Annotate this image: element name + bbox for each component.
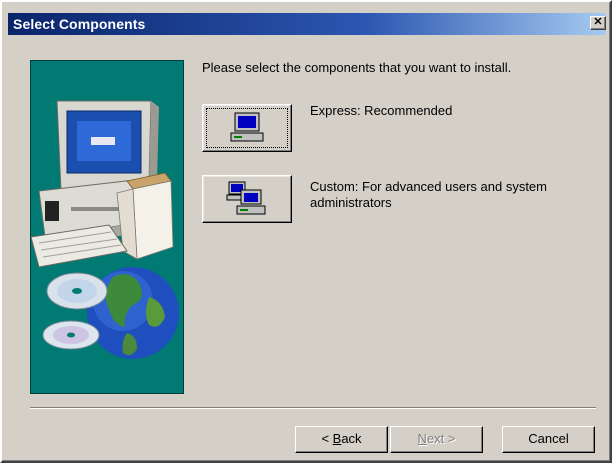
back-button[interactable]: < Back bbox=[295, 426, 388, 453]
setup-illustration bbox=[30, 60, 184, 394]
back-label-rest: ack bbox=[341, 431, 362, 446]
custom-install-button[interactable] bbox=[202, 175, 292, 223]
back-prefix: < bbox=[321, 431, 333, 446]
next-button[interactable]: Next > bbox=[390, 426, 483, 453]
single-computer-icon bbox=[230, 112, 264, 142]
custom-option-label: Custom: For advanced users and system ad… bbox=[310, 179, 547, 210]
next-accelerator: N bbox=[417, 431, 427, 446]
title-bar[interactable]: Select Components ✕ bbox=[8, 13, 606, 35]
cancel-button[interactable]: Cancel bbox=[502, 426, 595, 453]
close-icon: ✕ bbox=[593, 16, 603, 28]
networked-computers-icon bbox=[226, 181, 266, 215]
express-install-button[interactable] bbox=[202, 104, 292, 152]
select-components-dialog: Select Components ✕ Please select the co… bbox=[0, 0, 612, 463]
close-button[interactable]: ✕ bbox=[590, 16, 606, 30]
instruction-text: Please select the components that you wa… bbox=[202, 60, 512, 75]
button-separator bbox=[30, 407, 596, 409]
next-label-rest: ext > bbox=[426, 431, 456, 446]
express-option-label: Express: Recommended bbox=[310, 103, 453, 118]
computer-globe-illustration bbox=[31, 100, 179, 359]
dialog-title: Select Components bbox=[13, 16, 146, 32]
